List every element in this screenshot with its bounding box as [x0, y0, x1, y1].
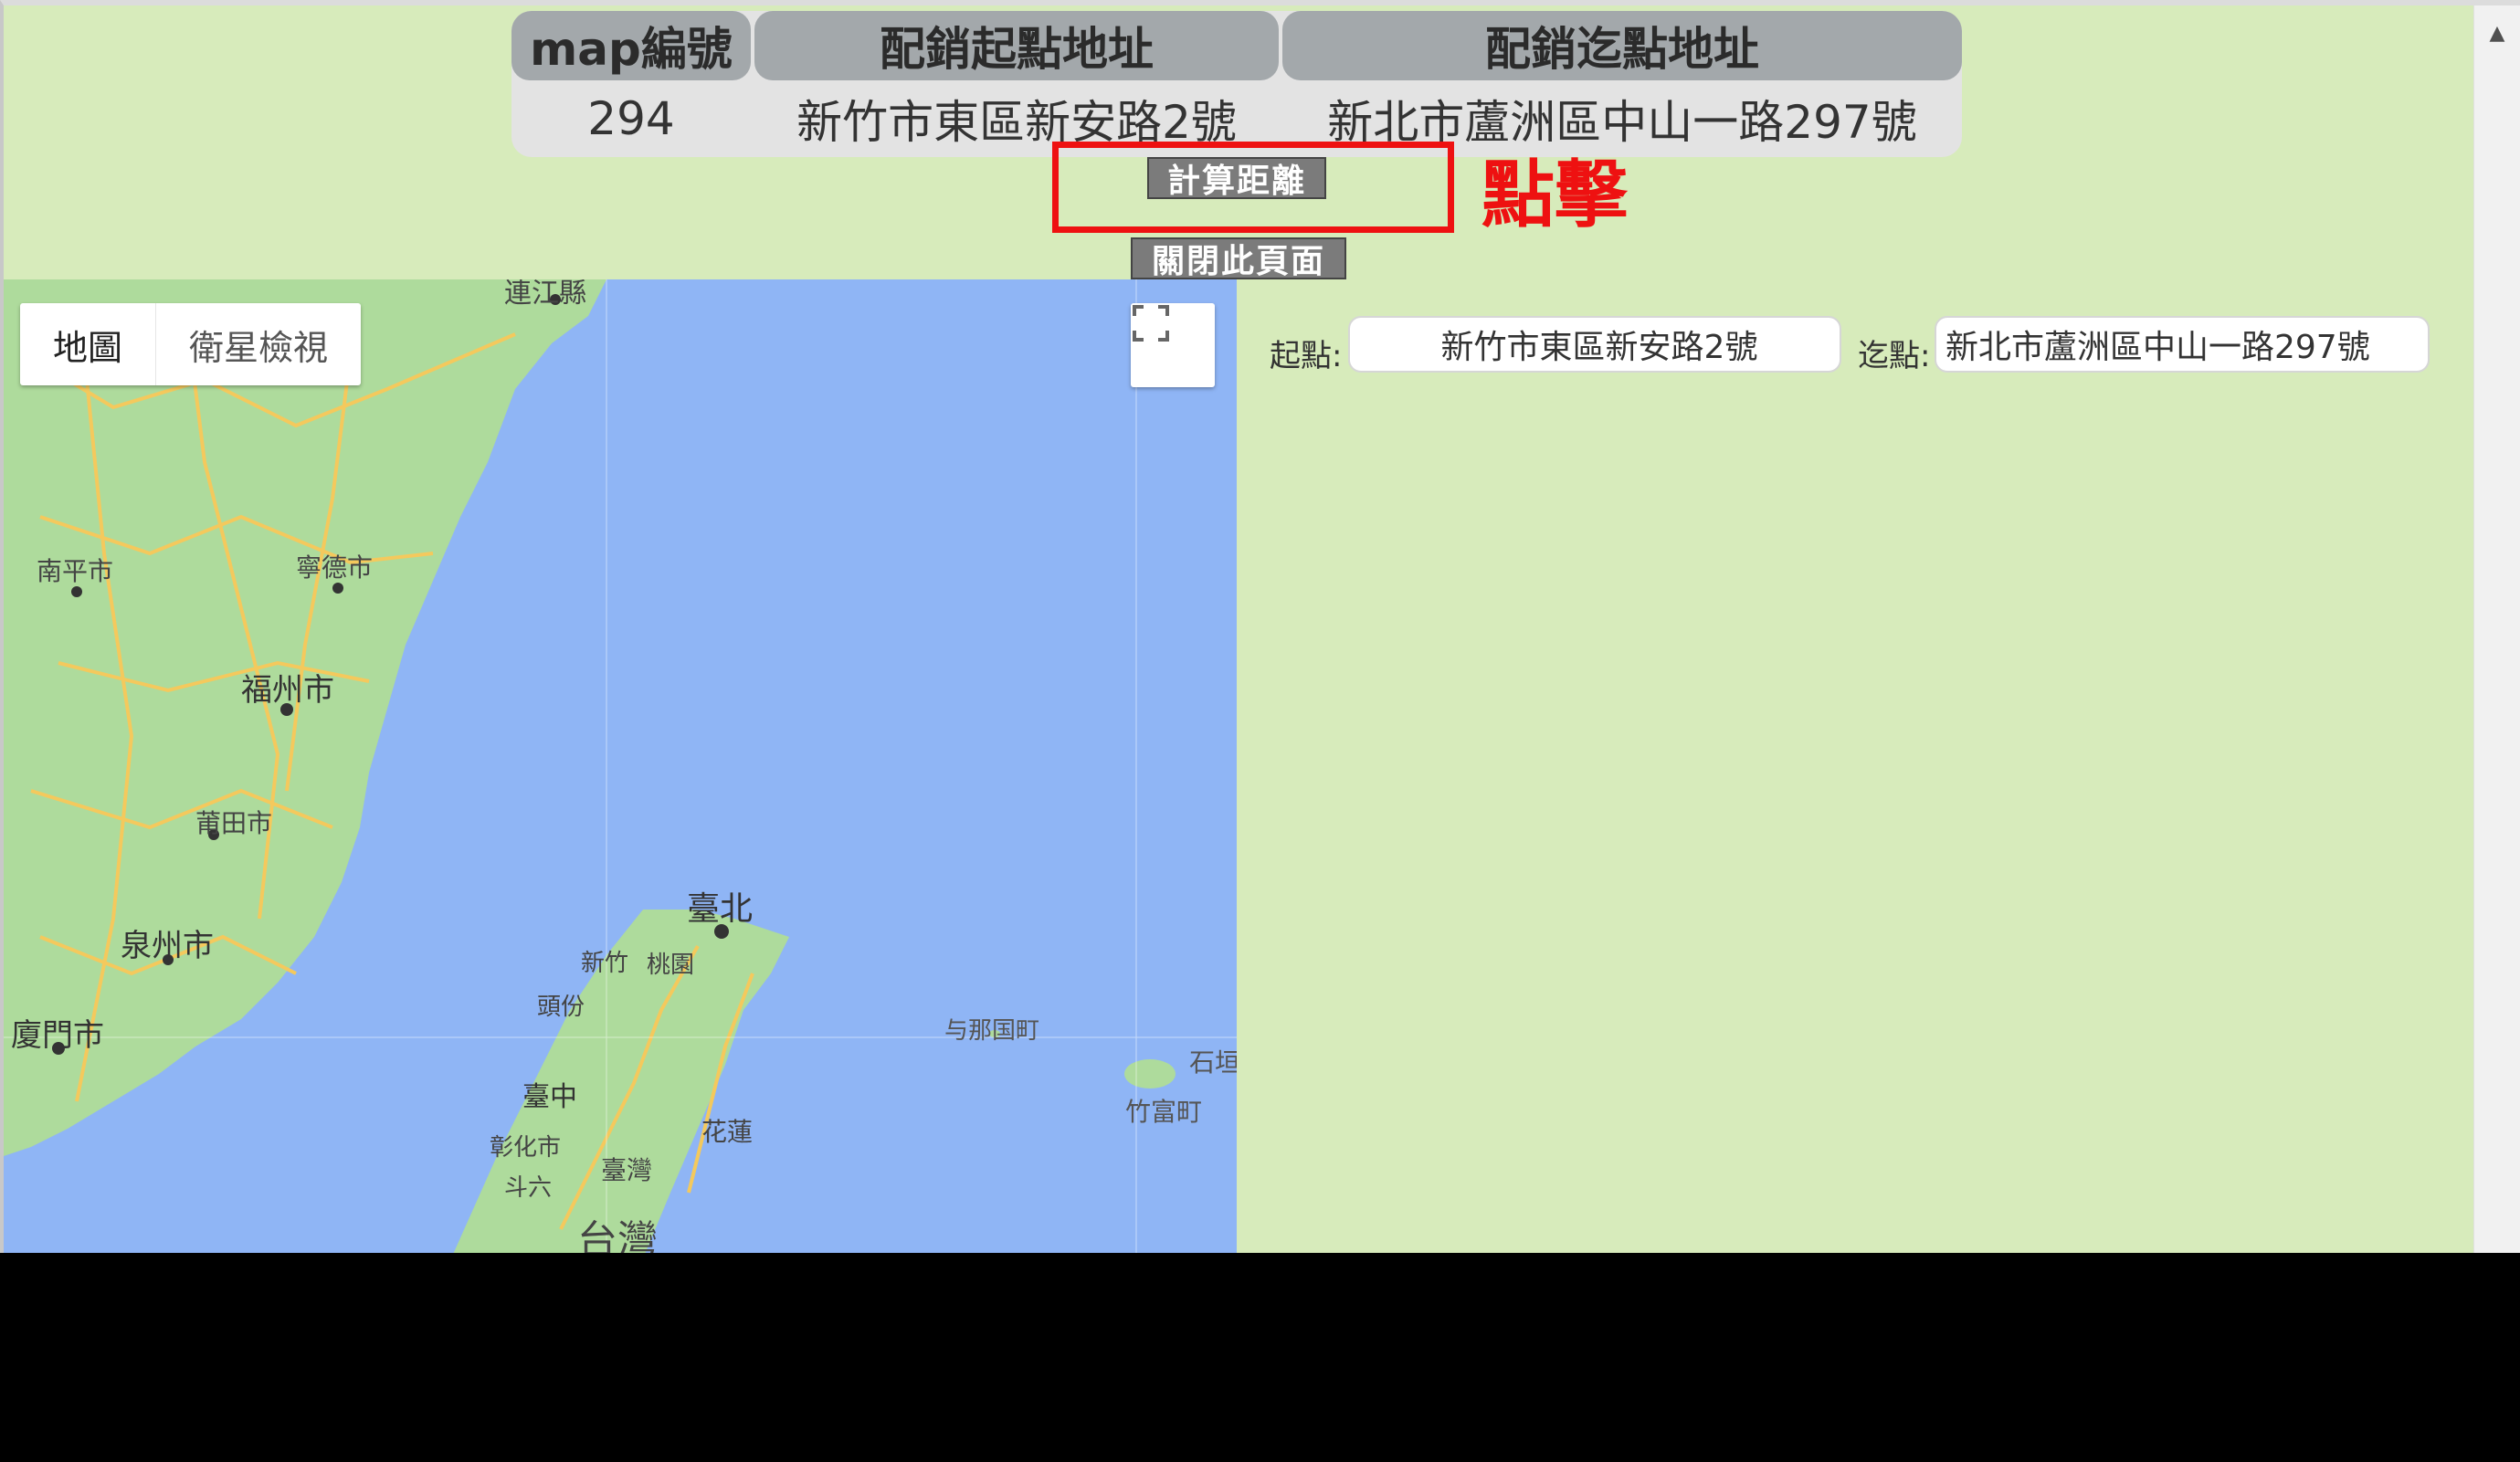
map-canvas [4, 279, 1237, 1253]
fullscreen-icon [1133, 305, 1169, 342]
scroll-up-arrow-icon[interactable]: ▲ [2474, 5, 2520, 60]
map-label-quanzhou: 泉州市 [121, 928, 214, 964]
page: map編號 配銷起點地址 配銷迄點地址 294 新竹市東區新安路2號 新北市蘆洲… [0, 0, 2520, 1253]
map-label-hualien: 花蓮 [701, 1117, 754, 1147]
annotation-highlight-box [1052, 142, 1454, 233]
map-label-taichung: 臺中 [522, 1081, 577, 1113]
map-land-ishigaki [1124, 1059, 1176, 1089]
google-map[interactable]: 連江縣 南平市 寧德市 福州市 莆田市 泉州市 廈門市 臺北 新竹 桃園 頭份 … [4, 279, 1237, 1253]
map-label-taiwan: 台灣 [577, 1217, 658, 1253]
map-label-douliu: 斗六 [504, 1174, 553, 1202]
map-type-control: 地圖 衛星檢視 [20, 303, 362, 385]
table-cell-map-id: 294 [587, 92, 675, 145]
route-start-label: 起點: [1270, 338, 1343, 374]
table-header-end-address: 配銷迄點地址 [1282, 11, 1962, 80]
map-label-fuzhou: 福州市 [241, 672, 334, 709]
route-end-input[interactable]: 新北市蘆洲區中山一路297號 [1935, 316, 2430, 373]
map-label-taiwan-small: 臺灣 [601, 1155, 653, 1185]
route-start-input[interactable]: 新竹市東區新安路2號 [1348, 316, 1841, 373]
fullscreen-button[interactable] [1131, 303, 1215, 387]
table-header-map-id: map編號 [511, 11, 751, 80]
map-label-lianjiang: 連江縣 [504, 279, 586, 310]
map-label-toufen: 頭份 [537, 994, 585, 1021]
map-label-taipei: 臺北 [687, 890, 754, 928]
address-table: map編號 配銷起點地址 配銷迄點地址 294 新竹市東區新安路2號 新北市蘆洲… [511, 11, 1962, 157]
vertical-scrollbar[interactable]: ▲ [2473, 5, 2520, 1253]
map-label-hsinchu: 新竹 [581, 950, 629, 977]
annotation-click-label: 點擊 [1481, 153, 1628, 237]
map-type-satellite-button[interactable]: 衛星檢視 [156, 303, 361, 385]
route-end-label: 迄點: [1858, 338, 1931, 374]
map-label-taoyuan: 桃園 [647, 952, 695, 979]
map-label-nanping: 南平市 [37, 556, 114, 586]
close-page-button[interactable]: 關閉此頁面 [1131, 237, 1346, 280]
map-label-taketomi: 竹富町 [1125, 1097, 1203, 1127]
map-type-map-button[interactable]: 地圖 [20, 303, 157, 385]
map-label-putian: 莆田市 [195, 808, 273, 838]
map-label-changhua: 彰化市 [490, 1134, 562, 1162]
map-label-xiamen: 廈門市 [11, 1017, 104, 1054]
map-label-ningde: 寧德市 [296, 552, 374, 583]
map-label-ishigaki: 石垣 [1189, 1047, 1237, 1078]
table-header-start-address: 配銷起點地址 [754, 11, 1279, 80]
map-label-yonaguni: 与那国町 [944, 1017, 1040, 1045]
